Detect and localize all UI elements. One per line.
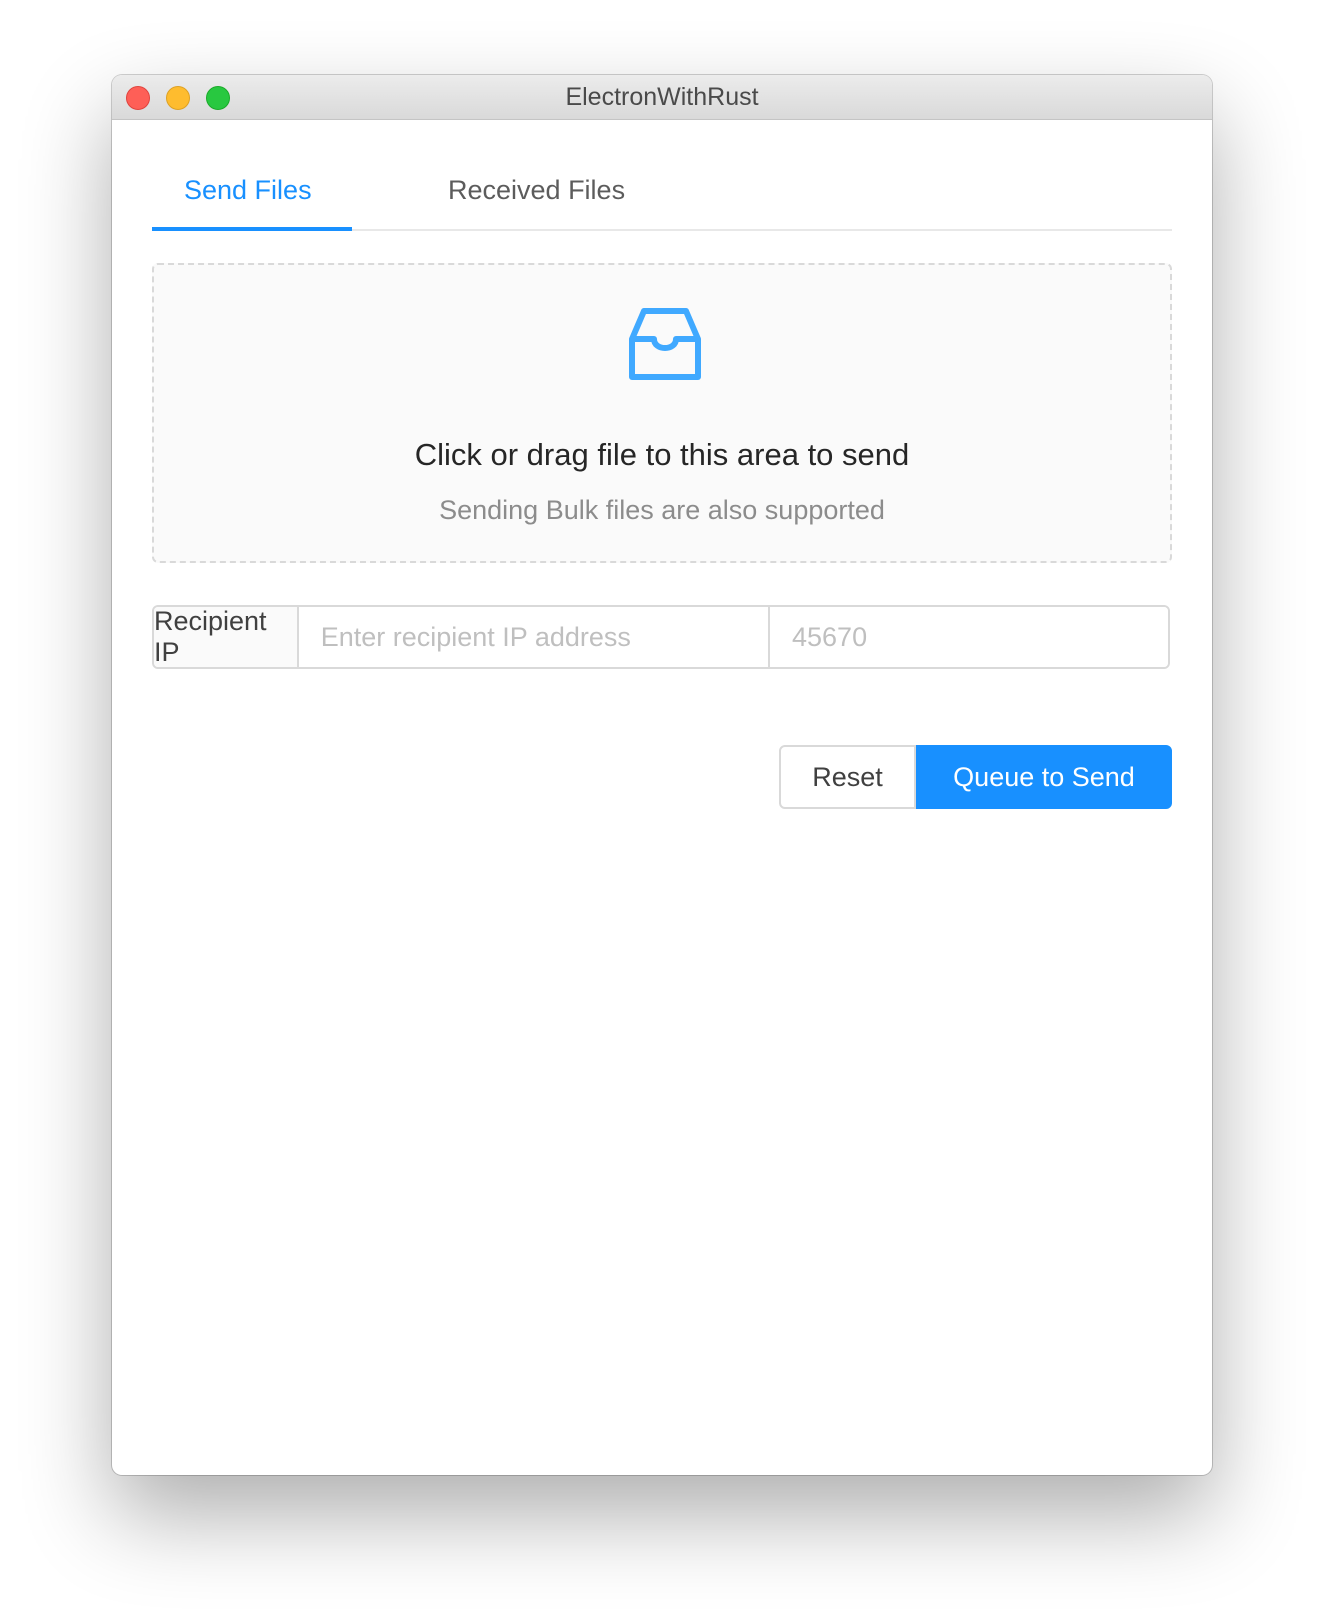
- active-tab-indicator: [152, 227, 352, 231]
- port-input[interactable]: [770, 607, 1168, 667]
- window-title: ElectronWithRust: [565, 83, 759, 111]
- file-drop-zone[interactable]: Click or drag file to this area to send …: [152, 263, 1172, 563]
- recipient-ip-input[interactable]: [298, 607, 770, 667]
- queue-to-send-button[interactable]: Queue to Send: [916, 745, 1172, 809]
- tab-bar: Send Files Received Files: [152, 119, 1172, 231]
- tab-send-files[interactable]: Send Files: [184, 175, 312, 206]
- main-content: Send Files Received Files Click or drag …: [152, 119, 1172, 809]
- app-window: ElectronWithRust Send Files Received Fil…: [112, 75, 1212, 1475]
- reset-button[interactable]: Reset: [779, 745, 916, 809]
- recipient-ip-label: Recipient IP: [154, 607, 299, 667]
- inbox-icon: [629, 308, 701, 380]
- tab-received-files[interactable]: Received Files: [448, 175, 625, 206]
- drop-zone-hint: Sending Bulk files are also supported: [439, 495, 885, 525]
- drop-zone-text: Click or drag file to this area to send: [414, 437, 910, 472]
- recipient-input-group: Recipient IP: [152, 605, 1170, 669]
- title-bar[interactable]: ElectronWithRust: [112, 75, 1212, 120]
